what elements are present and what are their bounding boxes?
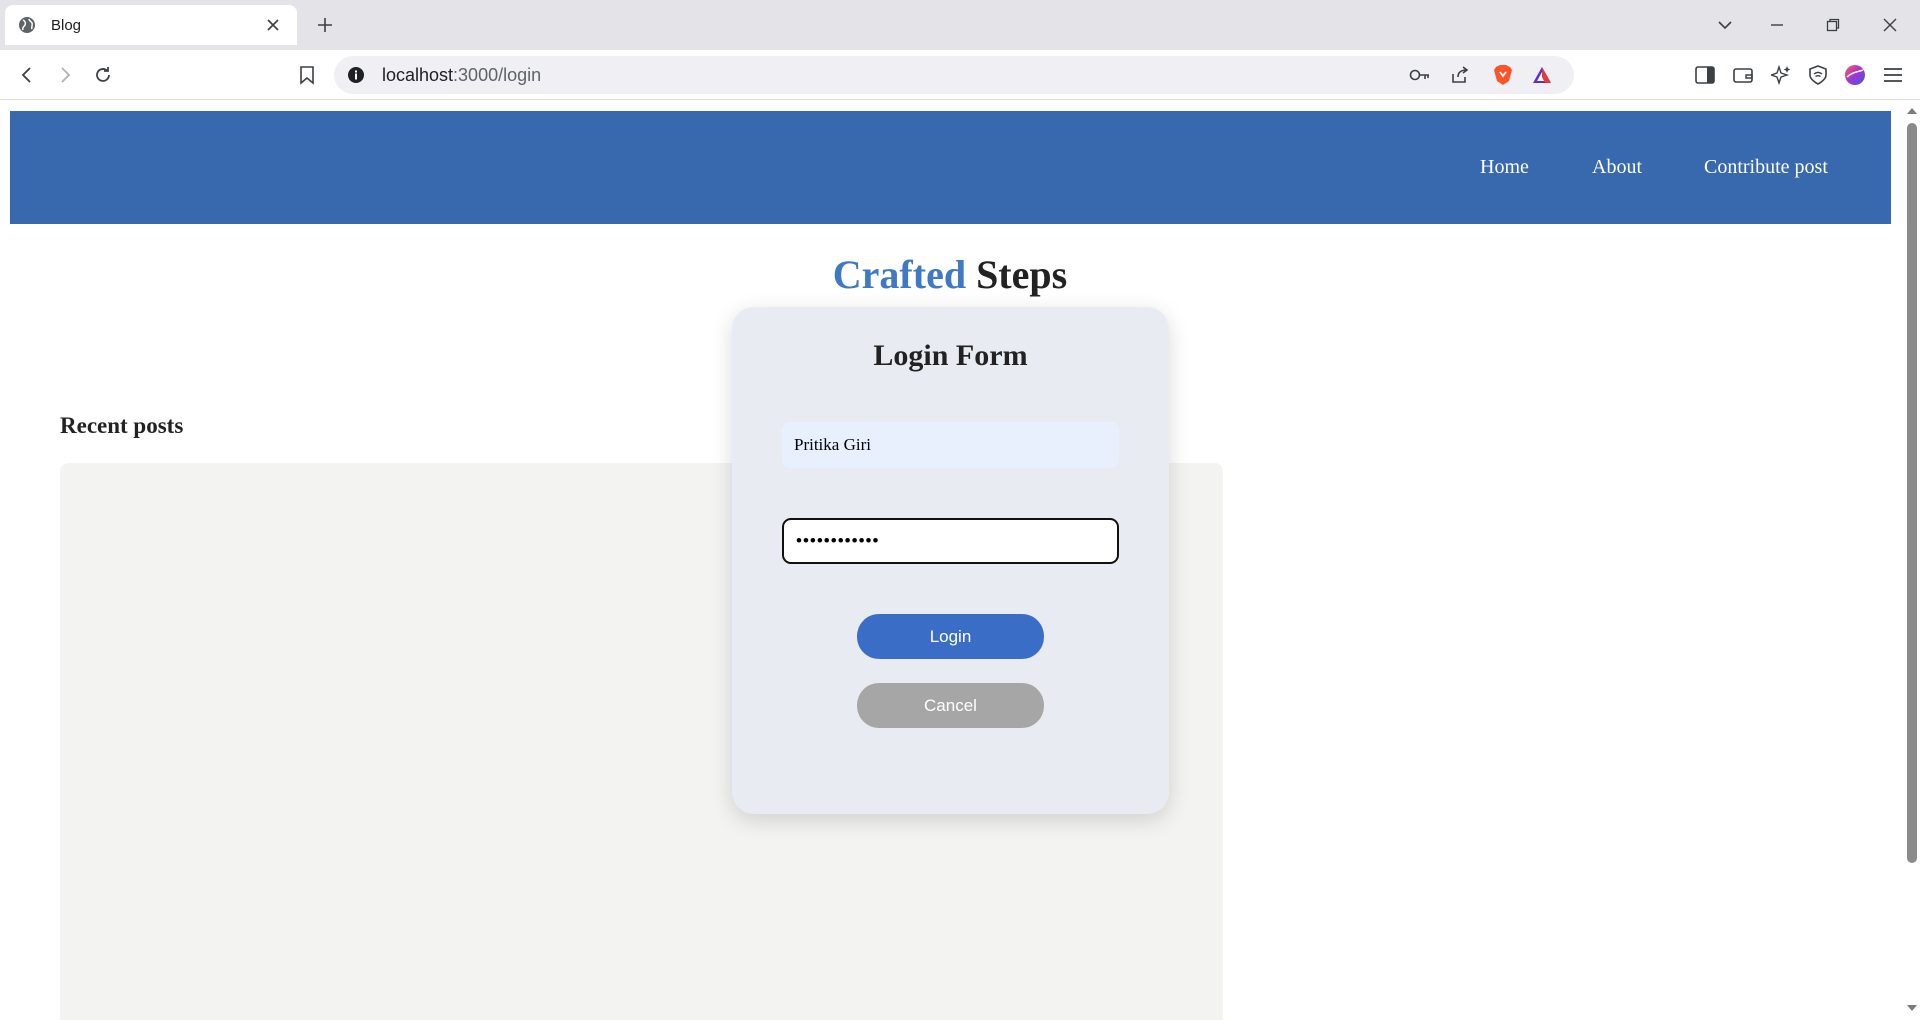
browser-tab-bar: Blog <box>0 0 1920 50</box>
tab-title: Blog <box>51 16 82 34</box>
nav-contribute-post[interactable]: Contribute post <box>1704 156 1828 179</box>
cancel-button[interactable]: Cancel <box>857 683 1044 728</box>
site-brand: Crafted Steps <box>0 251 1900 298</box>
url-text: localhost:3000/login <box>382 65 541 85</box>
brave-shields-icon[interactable] <box>1491 63 1515 87</box>
url-host: localhost <box>382 65 454 85</box>
recent-posts-heading: Recent posts <box>60 413 184 438</box>
forward-icon[interactable] <box>50 60 80 90</box>
profile-avatar-icon[interactable] <box>1840 60 1870 90</box>
brand-rest: Steps <box>966 252 1068 297</box>
site-header: Home About Contribute post <box>10 111 1891 224</box>
menu-icon[interactable] <box>1878 60 1908 90</box>
scrollbar-thumb[interactable] <box>1907 123 1917 863</box>
login-form-title: Login Form <box>873 339 1028 372</box>
address-bar[interactable]: localhost:3000/login <box>334 56 1574 94</box>
nav-home[interactable]: Home <box>1480 156 1529 179</box>
close-tab-icon[interactable] <box>261 13 285 37</box>
share-icon[interactable] <box>1448 63 1472 87</box>
globe-icon <box>17 15 37 35</box>
close-window-icon[interactable] <box>1875 10 1905 40</box>
login-button[interactable]: Login <box>857 614 1044 659</box>
key-icon[interactable] <box>1408 63 1432 87</box>
back-icon[interactable] <box>12 60 42 90</box>
leo-ai-icon[interactable] <box>1766 60 1796 90</box>
login-form-card: Login Form Login Cancel <box>732 307 1169 814</box>
nav-about[interactable]: About <box>1592 156 1642 179</box>
browser-toolbar: localhost:3000/login <box>0 50 1920 100</box>
wallet-icon[interactable] <box>1728 60 1758 90</box>
page-viewport: Home About Contribute post Crafted Steps… <box>0 101 1920 1020</box>
reload-icon[interactable] <box>88 60 118 90</box>
tab-search-icon[interactable] <box>1710 10 1740 40</box>
site-info-icon[interactable] <box>346 65 366 85</box>
minimize-icon[interactable] <box>1762 10 1792 40</box>
browser-tab[interactable]: Blog <box>5 5 297 45</box>
brand-accent: Crafted <box>832 252 967 297</box>
scroll-up-arrow-icon[interactable] <box>1906 106 1918 116</box>
password-input[interactable] <box>782 518 1119 564</box>
restore-icon[interactable] <box>1818 10 1848 40</box>
scroll-down-arrow-icon[interactable] <box>1906 1003 1918 1013</box>
brave-rewards-icon[interactable] <box>1530 63 1554 87</box>
url-path: :3000/login <box>453 65 542 85</box>
new-tab-icon[interactable] <box>312 12 338 38</box>
page-scrollbar[interactable] <box>1903 101 1920 1020</box>
username-input[interactable] <box>782 422 1119 468</box>
bookmark-icon[interactable] <box>292 60 322 90</box>
vpn-icon[interactable] <box>1803 60 1833 90</box>
sidebar-icon[interactable] <box>1690 60 1720 90</box>
